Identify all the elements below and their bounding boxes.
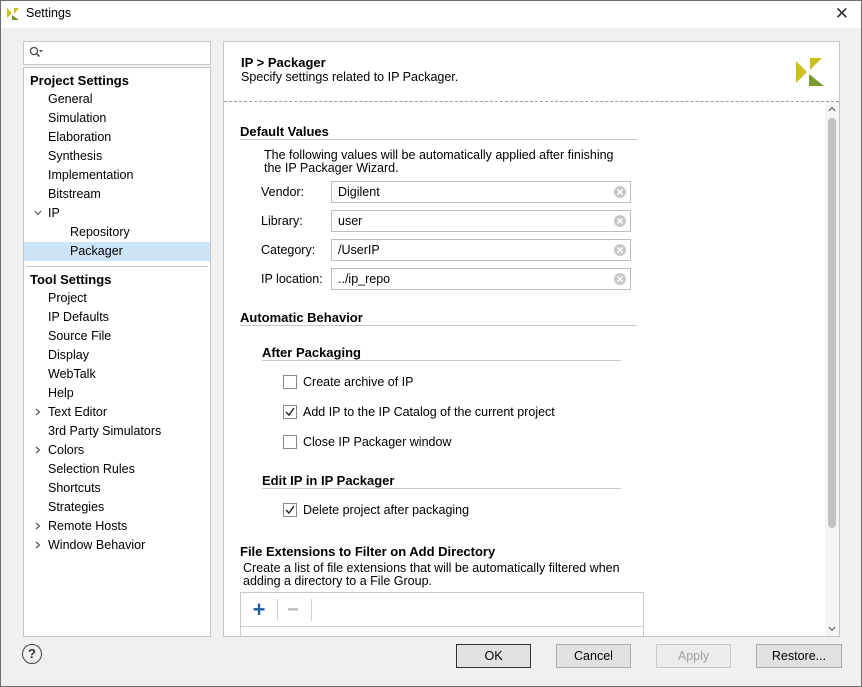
clear-icon[interactable] <box>613 214 627 228</box>
add-to-catalog-checkbox[interactable] <box>283 405 297 419</box>
vendor-field[interactable]: Digilent <box>331 181 631 203</box>
default-values-heading: Default Values <box>240 124 329 139</box>
checkmark-icon <box>285 505 295 515</box>
tree-item-ip[interactable]: IP <box>48 204 234 223</box>
packager-settings-panel: IP > Packager Specify settings related t… <box>223 41 840 637</box>
vivado-logo-icon <box>796 58 824 86</box>
search-icon <box>29 46 43 58</box>
after-packaging-heading: After Packaging <box>262 345 361 360</box>
chevron-right-icon[interactable] <box>34 446 42 454</box>
chevron-down-icon[interactable] <box>34 209 42 217</box>
help-icon[interactable]: ? <box>22 644 42 664</box>
close-icon[interactable]: ✕ <box>835 4 849 24</box>
tree-item-general[interactable]: General <box>48 90 234 109</box>
settings-tree: Project Settings General Simulation Elab… <box>23 67 211 637</box>
ok-button[interactable]: OK <box>456 644 531 668</box>
tree-item-synthesis[interactable]: Synthesis <box>48 147 234 166</box>
vendor-value: Digilent <box>338 185 380 199</box>
create-archive-label[interactable]: Create archive of IP <box>303 375 413 389</box>
file-extensions-description: Create a list of file extensions that wi… <box>243 561 620 588</box>
close-window-label[interactable]: Close IP Packager window <box>303 435 451 449</box>
toolbar-divider <box>311 599 312 621</box>
tree-item-project[interactable]: Project <box>48 289 234 308</box>
clear-icon[interactable] <box>613 185 627 199</box>
tree-item-window-behavior[interactable]: Window Behavior <box>48 536 234 555</box>
tree-item-shortcuts[interactable]: Shortcuts <box>48 479 234 498</box>
tree-item-webtalk[interactable]: WebTalk <box>48 365 234 384</box>
delete-project-checkbox[interactable] <box>283 503 297 517</box>
clear-icon[interactable] <box>613 272 627 286</box>
tree-item-help[interactable]: Help <box>48 384 234 403</box>
restore-button[interactable]: Restore... <box>756 644 842 668</box>
file-extensions-list[interactable]: + − <box>240 592 644 636</box>
tree-header-project-settings[interactable]: Project Settings <box>30 71 216 90</box>
edit-ip-heading: Edit IP in IP Packager <box>262 473 395 488</box>
file-extensions-heading: File Extensions to Filter on Add Directo… <box>240 544 496 559</box>
ip-location-field[interactable]: ../ip_repo <box>331 268 631 290</box>
create-archive-checkbox[interactable] <box>283 375 297 389</box>
window-title: Settings <box>26 6 72 20</box>
vendor-label: Vendor: <box>261 185 305 199</box>
library-label: Library: <box>261 214 303 228</box>
tree-item-selection-rules[interactable]: Selection Rules <box>48 460 234 479</box>
remove-extension-button[interactable]: − <box>280 598 306 622</box>
tree-item-colors[interactable]: Colors <box>48 441 234 460</box>
default-values-description: The following values will be automatical… <box>264 148 614 175</box>
ip-location-value: ../ip_repo <box>338 272 391 286</box>
chevron-right-icon[interactable] <box>34 541 42 549</box>
section-rule <box>262 360 621 361</box>
tree-item-ip-defaults[interactable]: IP Defaults <box>48 308 234 327</box>
add-to-catalog-label[interactable]: Add IP to the IP Catalog of the current … <box>303 405 555 419</box>
tree-item-bitstream[interactable]: Bitstream <box>48 185 234 204</box>
category-value: /UserIP <box>338 243 380 257</box>
chevron-right-icon[interactable] <box>34 522 42 530</box>
cancel-button[interactable]: Cancel <box>556 644 631 668</box>
tree-item-display[interactable]: Display <box>48 346 234 365</box>
tree-item-packager-selected[interactable]: Packager <box>24 242 210 261</box>
tree-item-remote-hosts[interactable]: Remote Hosts <box>48 517 234 536</box>
page-title: IP > Packager <box>241 55 326 70</box>
scroll-down-icon[interactable] <box>828 625 836 633</box>
category-label: Category: <box>261 243 316 257</box>
ip-location-label: IP location: <box>261 272 323 286</box>
library-value: user <box>338 214 363 228</box>
automatic-behavior-heading: Automatic Behavior <box>240 310 363 325</box>
tree-item-packager-label: Packager <box>70 244 123 258</box>
scroll-up-icon[interactable] <box>828 105 836 113</box>
checkmark-icon <box>285 407 295 417</box>
tree-item-source-file[interactable]: Source File <box>48 327 234 346</box>
delete-project-label[interactable]: Delete project after packaging <box>303 503 469 517</box>
category-field[interactable]: /UserIP <box>331 239 631 261</box>
library-field[interactable]: user <box>331 210 631 232</box>
tree-divider <box>26 266 208 267</box>
tree-item-implementation[interactable]: Implementation <box>48 166 234 185</box>
tree-header-tool-settings[interactable]: Tool Settings <box>30 270 216 289</box>
settings-window: Settings ✕ Project Settings General Simu… <box>0 0 862 687</box>
add-extension-button[interactable]: + <box>246 598 272 622</box>
tree-item-repository[interactable]: Repository <box>70 223 210 242</box>
settings-search-input[interactable] <box>23 41 211 65</box>
section-rule <box>240 139 637 140</box>
scrollbar-thumb[interactable] <box>828 118 836 528</box>
close-window-checkbox[interactable] <box>283 435 297 449</box>
tree-item-simulation[interactable]: Simulation <box>48 109 234 128</box>
tree-item-3rd-party-simulators[interactable]: 3rd Party Simulators <box>48 422 234 441</box>
header-divider <box>224 101 839 102</box>
vertical-scrollbar[interactable] <box>825 102 839 636</box>
toolbar-divider <box>277 599 278 621</box>
section-rule <box>262 488 621 489</box>
title-bar: Settings ✕ <box>1 1 861 28</box>
tree-item-text-editor[interactable]: Text Editor <box>48 403 234 422</box>
tree-item-elaboration[interactable]: Elaboration <box>48 128 234 147</box>
extensions-toolbar: + − <box>241 593 643 627</box>
chevron-right-icon[interactable] <box>34 408 42 416</box>
apply-button[interactable]: Apply <box>656 644 731 668</box>
section-rule <box>240 325 637 326</box>
tree-item-strategies[interactable]: Strategies <box>48 498 234 517</box>
app-logo-icon <box>7 8 19 20</box>
page-subtitle: Specify settings related to IP Packager. <box>241 70 459 84</box>
clear-icon[interactable] <box>613 243 627 257</box>
